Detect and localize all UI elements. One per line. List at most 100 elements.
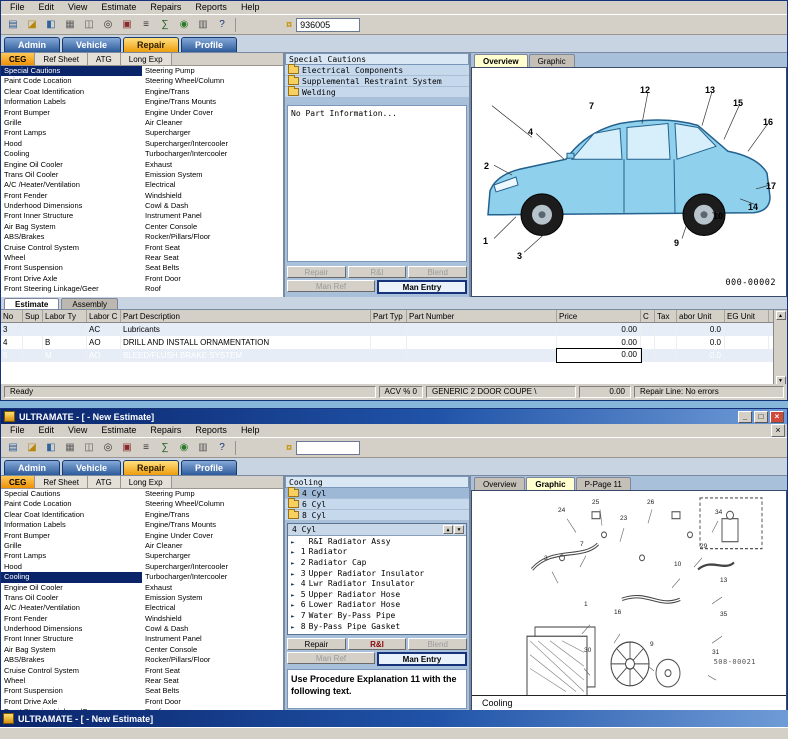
totals-icon[interactable]: ∑ <box>156 439 174 456</box>
category-item[interactable]: A/C /Heater/Ventilation <box>1 180 142 190</box>
category-item[interactable]: Rocker/Pillars/Floor <box>142 655 283 665</box>
category-item[interactable]: Cruise Control System <box>1 666 142 676</box>
category-item[interactable]: Engine Oil Cooler <box>1 583 142 593</box>
table-header-cell[interactable]: Labor C <box>87 310 121 322</box>
category-item[interactable]: A/C /Heater/Ventilation <box>1 603 142 613</box>
category-item[interactable]: Paint Code Location <box>1 76 142 86</box>
menu-item[interactable]: Estimate <box>94 1 143 14</box>
category-tab[interactable]: Ref Sheet <box>35 476 88 488</box>
table-header-cell[interactable]: No <box>1 310 23 322</box>
scroll-up-icon[interactable]: ▲ <box>775 311 786 320</box>
category-item[interactable]: Underhood Dimensions <box>1 201 142 211</box>
category-item[interactable]: Supercharger/Intercooler <box>142 562 283 572</box>
category-item[interactable]: Rocker/Pillars/Floor <box>142 232 283 242</box>
man-ref-button[interactable]: Man Ref <box>287 652 375 664</box>
category-item[interactable]: Engine/Trans <box>142 87 283 97</box>
category-item[interactable]: Steering Wheel/Column <box>142 499 283 509</box>
menu-item[interactable]: Reports <box>188 1 234 14</box>
category-item[interactable]: Air Cleaner <box>142 118 283 128</box>
category-item[interactable]: Air Bag System <box>1 222 142 232</box>
category-item[interactable]: Cruise Control System <box>1 243 142 253</box>
totals-icon[interactable]: ∑ <box>156 16 174 33</box>
category-item[interactable]: Cowl & Dash <box>142 201 283 211</box>
child-close-button[interactable]: × <box>771 424 785 437</box>
category-item[interactable]: Windshield <box>142 614 283 624</box>
open-estimate-icon[interactable]: ◪ <box>23 16 41 33</box>
category-item[interactable]: Wheel <box>1 253 142 263</box>
category-item[interactable]: Electrical <box>142 603 283 613</box>
part-item[interactable]: 4Lwr Radiator Insulator <box>288 578 466 589</box>
category-item[interactable]: Steering Pump <box>142 489 283 499</box>
category-item[interactable]: Front Inner Structure <box>1 634 142 644</box>
open-estimate-icon[interactable]: ◪ <box>23 439 41 456</box>
category-item[interactable]: Rear Seat <box>142 676 283 686</box>
category-item[interactable]: Supercharger <box>142 128 283 138</box>
title-bar[interactable]: ULTRAMATE - [ - New Estimate] _ □ × <box>1 409 787 424</box>
print-icon[interactable]: ▦ <box>61 439 79 456</box>
main-tab[interactable]: Admin <box>4 37 60 52</box>
table-row[interactable]: 5 M AO BLEED/FLUSH BRAKE SYSTEM 0.00 0.0 <box>1 348 787 363</box>
main-tab[interactable]: Vehicle <box>62 460 122 475</box>
category-item[interactable]: Information Labels <box>1 97 142 107</box>
part-item[interactable]: 7Water By-Pass Pipe <box>288 610 466 621</box>
menu-item[interactable]: Edit <box>32 424 62 437</box>
repair-button[interactable]: Repair <box>287 266 346 278</box>
estimate-tab[interactable]: Assembly <box>61 298 119 309</box>
category-item[interactable]: Front Suspension <box>1 263 142 273</box>
category-item[interactable]: Engine Oil Cooler <box>1 160 142 170</box>
repair-button[interactable]: Repair <box>287 638 346 650</box>
main-tab[interactable]: Repair <box>123 37 180 52</box>
graphic-tab[interactable]: P-Page 11 <box>575 477 631 490</box>
menu-item[interactable]: File <box>3 1 32 14</box>
folder-item[interactable]: 6 Cyl <box>285 498 469 510</box>
category-item[interactable]: Instrument Panel <box>142 634 283 644</box>
maximize-button[interactable]: □ <box>754 410 768 423</box>
category-tab[interactable]: Ref Sheet <box>35 53 88 65</box>
menu-item[interactable]: Reports <box>188 424 234 437</box>
category-item[interactable]: Front Drive Axle <box>1 274 142 284</box>
table-header-cell[interactable]: abor Unit <box>677 310 725 322</box>
title-bar[interactable]: ULTRAMATE - [ - New Estimate] <box>0 710 788 727</box>
new-estimate-icon[interactable]: ▤ <box>4 439 22 456</box>
profile-icon[interactable]: ◉ <box>175 439 193 456</box>
part-item[interactable]: 6Lower Radiator Hose <box>288 600 466 611</box>
category-item[interactable]: Center Console <box>142 222 283 232</box>
man-entry-button[interactable]: Man Entry <box>377 652 467 666</box>
category-item[interactable]: Engine Under Cover <box>142 531 283 541</box>
main-tab[interactable]: Profile <box>181 37 238 52</box>
estimate-tab[interactable]: Estimate <box>4 298 60 309</box>
category-item[interactable]: Cooling <box>1 149 142 159</box>
print-preview-icon[interactable]: ◫ <box>80 439 98 456</box>
category-item[interactable]: Grille <box>1 118 142 128</box>
estimate-number-input[interactable] <box>296 440 361 455</box>
category-item[interactable]: Clear Coat Identification <box>1 87 142 97</box>
table-scrollbar[interactable]: ▲ ▼ <box>773 310 787 386</box>
category-item[interactable]: Grille <box>1 541 142 551</box>
main-tab[interactable]: Admin <box>4 460 60 475</box>
menu-item[interactable]: Repairs <box>143 424 188 437</box>
menu-item[interactable]: Help <box>234 424 267 437</box>
man-ref-button[interactable]: Man Ref <box>287 280 375 292</box>
category-item[interactable]: Trans Oil Cooler <box>1 170 142 180</box>
category-item[interactable]: Hood <box>1 562 142 572</box>
category-item[interactable]: Front Drive Axle <box>1 697 142 707</box>
category-item[interactable]: Exhaust <box>142 583 283 593</box>
category-item[interactable]: Engine Under Cover <box>142 108 283 118</box>
ri-button[interactable]: R&I <box>347 266 407 278</box>
category-item[interactable]: Special Cautions <box>1 489 142 499</box>
category-item[interactable]: Supercharger/Intercooler <box>142 139 283 149</box>
table-header-cell[interactable]: Part Number <box>407 310 557 322</box>
graphic-tab[interactable]: Graphic <box>526 477 575 490</box>
estimate-number-input[interactable] <box>296 17 361 32</box>
category-tab[interactable]: ATG <box>87 53 121 65</box>
category-item[interactable]: Engine/Trans Mounts <box>142 520 283 530</box>
category-item[interactable]: Front Inner Structure <box>1 211 142 221</box>
estimate-lines-icon[interactable]: ≡ <box>137 439 155 456</box>
category-item[interactable]: Paint Code Location <box>1 499 142 509</box>
table-header-cell[interactable]: Price <box>557 310 641 322</box>
category-tab[interactable]: Long Exp <box>120 476 172 488</box>
category-item[interactable]: Front Door <box>142 274 283 284</box>
category-item[interactable]: Front Fender <box>1 191 142 201</box>
category-item[interactable]: Hood <box>1 139 142 149</box>
category-item[interactable]: Emission System <box>142 593 283 603</box>
